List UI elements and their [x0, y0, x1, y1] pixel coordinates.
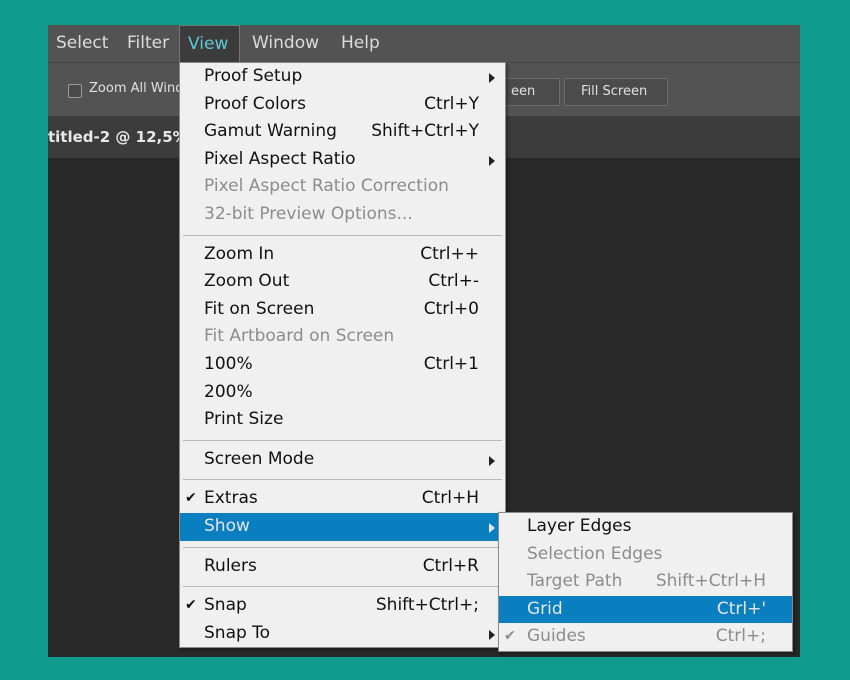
menu-item-show[interactable]: Show [180, 512, 505, 541]
submenu-arrow-icon [489, 455, 495, 466]
zoom-all-windows-label: Zoom All Wind [89, 81, 184, 96]
menu-item-gamut-warning[interactable]: Gamut Warning Shift+Ctrl+Y [180, 118, 505, 146]
menu-item-rulers[interactable]: Rulers Ctrl+R [180, 553, 505, 581]
menu-separator [183, 546, 502, 548]
checkmark-icon: ✔ [185, 597, 197, 614]
menu-select[interactable]: Select [48, 25, 116, 62]
menu-view[interactable]: View [179, 25, 240, 62]
menu-item-100-percent[interactable]: 100% Ctrl+1 [180, 351, 505, 379]
show-submenu: Layer Edges Selection Edges Target Path S… [498, 512, 793, 652]
menu-item-extras[interactable]: ✔ Extras Ctrl+H [180, 485, 505, 513]
menu-separator [183, 234, 502, 236]
menu-item-fit-on-screen[interactable]: Fit on Screen Ctrl+0 [180, 296, 505, 324]
view-menu-dropdown: Proof Setup Proof Colors Ctrl+Y Gamut War… [179, 62, 506, 649]
menu-item-200-percent[interactable]: 200% [180, 379, 505, 407]
menu-help[interactable]: Help [333, 25, 388, 62]
checkmark-icon: ✔ [185, 490, 197, 507]
menu-item-snap-to[interactable]: Snap To [180, 620, 505, 648]
menu-item-snap[interactable]: ✔ Snap Shift+Ctrl+; [180, 592, 505, 620]
menu-item-proof-setup[interactable]: Proof Setup [180, 63, 505, 91]
menu-item-target-path: Target Path Shift+Ctrl+H [527, 571, 766, 592]
submenu-arrow-icon [489, 73, 495, 83]
submenu-arrow-icon [489, 522, 495, 533]
photoshop-window: Select Filter View Window Help Zoom All … [48, 25, 800, 657]
menu-item-guides[interactable]: ✔ Guides Ctrl+; [499, 623, 792, 651]
menu-bar: Select Filter View Window Help [48, 25, 800, 62]
menu-filter[interactable]: Filter [119, 25, 177, 62]
menu-item-zoom-in[interactable]: Zoom In Ctrl++ [180, 241, 505, 269]
menu-item-proof-colors[interactable]: Proof Colors Ctrl+Y [180, 91, 505, 119]
menu-separator [183, 479, 502, 481]
menu-item-pixel-aspect-ratio[interactable]: Pixel Aspect Ratio [180, 146, 505, 174]
fill-screen-button[interactable]: Fill Screen [564, 78, 668, 106]
menu-item-print-size[interactable]: Print Size [180, 406, 505, 434]
menu-item-screen-mode[interactable]: Screen Mode [180, 446, 505, 474]
menu-item-pixel-aspect-correction: Pixel Aspect Ratio Correction [204, 176, 449, 197]
document-tab[interactable]: titled-2 @ 12,5% ( [48, 128, 200, 146]
menu-item-zoom-out[interactable]: Zoom Out Ctrl+- [180, 268, 505, 296]
checkmark-icon: ✔ [504, 628, 516, 645]
zoom-all-windows-checkbox[interactable] [68, 84, 82, 98]
submenu-arrow-icon [489, 155, 495, 166]
menu-item-selection-edges: Selection Edges [527, 543, 663, 564]
submenu-arrow-icon [489, 629, 495, 640]
menu-item-layer-edges[interactable]: Layer Edges [499, 513, 792, 541]
menu-item-32bit-preview: 32-bit Preview Options... [204, 203, 413, 224]
menu-separator [183, 586, 502, 588]
menu-window[interactable]: Window [244, 25, 327, 62]
menu-item-fit-artboard: Fit Artboard on Screen [204, 326, 395, 347]
menu-item-grid[interactable]: Grid Ctrl+' [499, 595, 792, 624]
menu-separator [183, 439, 502, 441]
